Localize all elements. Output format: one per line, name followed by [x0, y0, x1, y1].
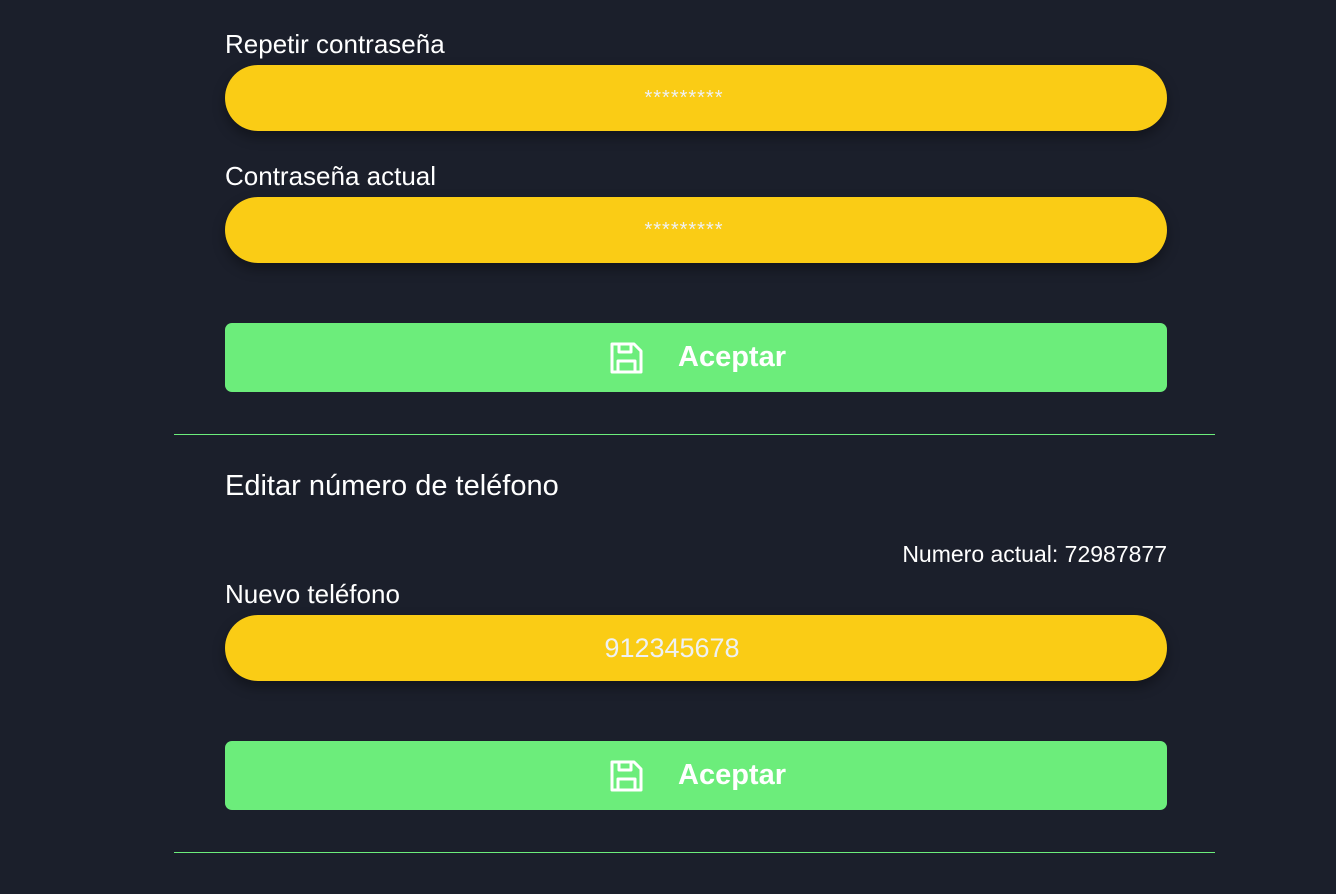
new-phone-input[interactable]	[225, 615, 1167, 681]
accept-phone-button-label: Aceptar	[678, 759, 786, 791]
save-icon	[606, 756, 646, 796]
section-divider	[174, 852, 1215, 853]
accept-password-button-label: Aceptar	[678, 341, 786, 373]
phone-section-title: Editar número de teléfono	[225, 470, 559, 502]
accept-phone-button[interactable]: Aceptar	[225, 741, 1167, 810]
current-phone-number: Numero actual: 72987877	[902, 541, 1167, 567]
accept-password-button[interactable]: Aceptar	[225, 323, 1167, 392]
repeat-password-label: Repetir contraseña	[225, 29, 445, 59]
new-phone-label: Nuevo teléfono	[225, 579, 400, 609]
section-divider	[174, 434, 1215, 435]
repeat-password-input[interactable]	[225, 65, 1167, 131]
current-password-input[interactable]	[225, 197, 1167, 263]
edit-profile-page: Repetir contraseña Contraseña actual Ace…	[0, 0, 1336, 894]
save-icon	[606, 338, 646, 378]
current-password-label: Contraseña actual	[225, 161, 437, 191]
